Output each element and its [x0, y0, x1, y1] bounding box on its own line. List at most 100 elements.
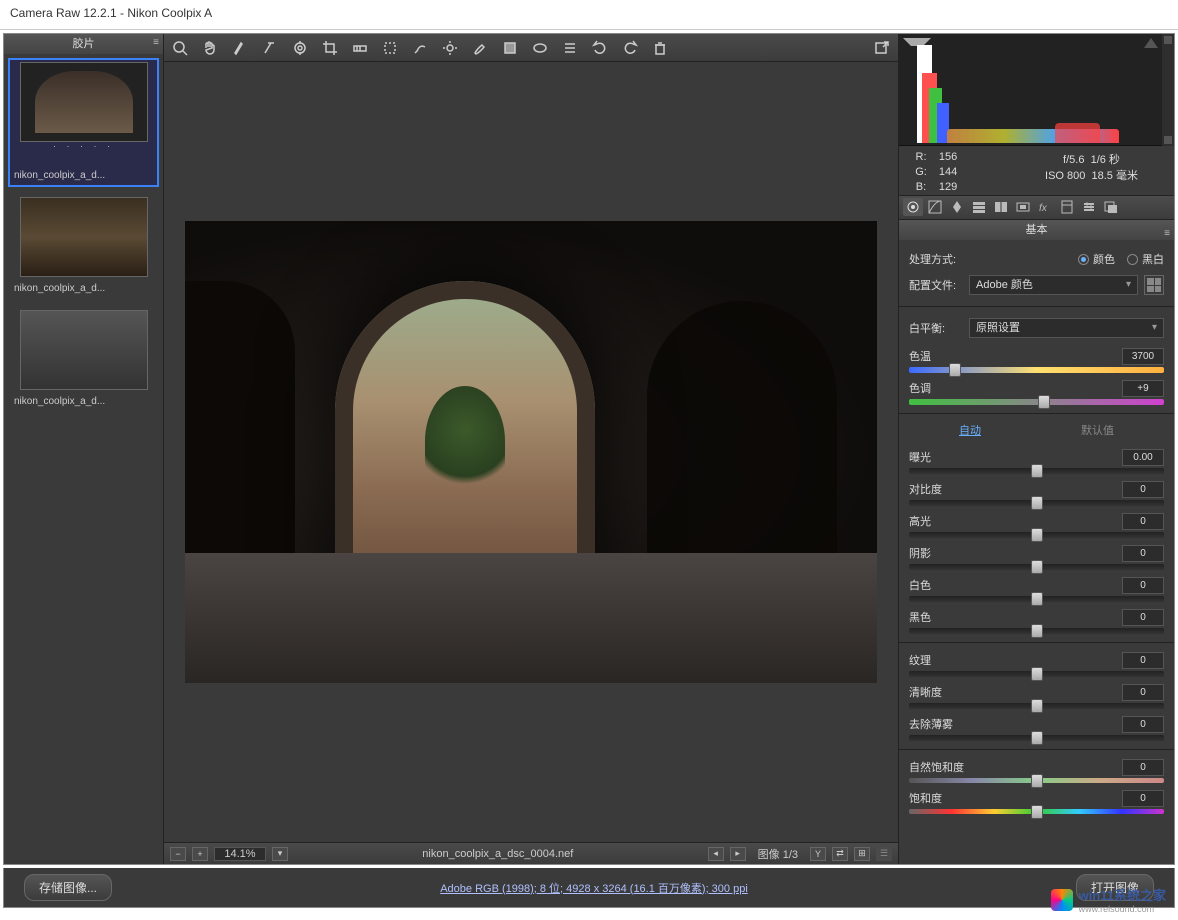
- blacks-slider[interactable]: [909, 628, 1164, 634]
- canvas[interactable]: [164, 62, 898, 842]
- thumb-1-rating[interactable]: · · · · ·: [12, 142, 155, 152]
- zoom-tool-icon[interactable]: [170, 38, 190, 58]
- swap-button[interactable]: ⇄: [832, 847, 848, 861]
- dehaze-slider[interactable]: [909, 735, 1164, 741]
- transform-tool-icon[interactable]: [380, 38, 400, 58]
- next-image-button[interactable]: ▸: [730, 847, 746, 861]
- texture-slider[interactable]: [909, 671, 1164, 677]
- open-object-icon[interactable]: [872, 38, 892, 58]
- treatment-color-radio[interactable]: [1078, 254, 1089, 265]
- svg-text:fx: fx: [1039, 203, 1048, 214]
- redo-icon[interactable]: [620, 38, 640, 58]
- copy-settings-button[interactable]: ⊞: [854, 847, 870, 861]
- dehaze-value[interactable]: 0: [1122, 716, 1164, 733]
- highlights-slider[interactable]: [909, 532, 1164, 538]
- radial-tool-icon[interactable]: [530, 38, 550, 58]
- panel-menu-icon[interactable]: ≡: [1164, 224, 1170, 244]
- tab-snapshots-icon[interactable]: [1101, 198, 1121, 216]
- straighten-tool-icon[interactable]: [350, 38, 370, 58]
- whites-value[interactable]: 0: [1122, 577, 1164, 594]
- treatment-bw-radio[interactable]: [1127, 254, 1138, 265]
- white-balance-tool-icon[interactable]: [230, 38, 250, 58]
- brush-tool-icon[interactable]: [470, 38, 490, 58]
- trash-icon[interactable]: [650, 38, 670, 58]
- spot-removal-tool-icon[interactable]: [410, 38, 430, 58]
- fullscreen-icon[interactable]: ☰: [876, 847, 892, 861]
- compare-y-button[interactable]: Y: [810, 847, 826, 861]
- status-bar: − + 14.1% ▾ nikon_coolpix_a_dsc_0004.nef…: [164, 842, 898, 864]
- tab-hsl-icon[interactable]: [969, 198, 989, 216]
- whites-label: 白色: [909, 577, 931, 593]
- tab-curve-icon[interactable]: [925, 198, 945, 216]
- saturation-value[interactable]: 0: [1122, 790, 1164, 807]
- undo-icon[interactable]: [590, 38, 610, 58]
- shadows-value[interactable]: 0: [1122, 545, 1164, 562]
- crop-tool-icon[interactable]: [320, 38, 340, 58]
- panel-tabs: fx: [899, 196, 1174, 220]
- temp-slider[interactable]: [909, 367, 1164, 373]
- tab-lens-icon[interactable]: [1013, 198, 1033, 216]
- gradient-tool-icon[interactable]: [500, 38, 520, 58]
- wb-value: 原照设置: [976, 322, 1020, 334]
- thumb-2[interactable]: nikon_coolpix_a_d...: [8, 193, 159, 300]
- tab-fx-icon[interactable]: fx: [1035, 198, 1055, 216]
- blacks-value[interactable]: 0: [1122, 609, 1164, 626]
- color-sampler-tool-icon[interactable]: [260, 38, 280, 58]
- zoom-level[interactable]: 14.1%: [214, 847, 266, 861]
- save-image-button[interactable]: 存储图像...: [24, 874, 112, 901]
- tint-value[interactable]: +9: [1122, 380, 1164, 397]
- tint-label: 色调: [909, 380, 931, 396]
- shadows-slider[interactable]: [909, 564, 1164, 570]
- default-button[interactable]: 默认值: [1081, 422, 1114, 442]
- zoom-in-button[interactable]: +: [192, 847, 208, 861]
- presets-icon[interactable]: [560, 38, 580, 58]
- auto-button[interactable]: 自动: [959, 422, 981, 442]
- prev-image-button[interactable]: ◂: [708, 847, 724, 861]
- title-bar: Camera Raw 12.2.1 - Nikon Coolpix A: [0, 0, 1178, 30]
- histogram[interactable]: [899, 34, 1162, 146]
- whites-slider[interactable]: [909, 596, 1164, 602]
- thumb-1-image: [20, 62, 148, 142]
- zoom-out-button[interactable]: −: [170, 847, 186, 861]
- target-adjust-tool-icon[interactable]: [290, 38, 310, 58]
- exposure-slider[interactable]: [909, 468, 1164, 474]
- thumb-1[interactable]: · · · · · nikon_coolpix_a_d...: [8, 58, 159, 187]
- auto-row: 自动 默认值: [909, 422, 1164, 442]
- temp-value[interactable]: 3700: [1122, 348, 1164, 365]
- contrast-value[interactable]: 0: [1122, 481, 1164, 498]
- tint-slider[interactable]: [909, 399, 1164, 405]
- workflow-link[interactable]: Adobe RGB (1998); 8 位; 4928 x 3264 (16.1…: [124, 880, 1064, 896]
- footer: 存储图像... Adobe RGB (1998); 8 位; 4928 x 32…: [3, 868, 1175, 908]
- tab-split-icon[interactable]: [991, 198, 1011, 216]
- exposure-label: 曝光: [909, 449, 931, 465]
- readout-aperture: f/5.6: [1063, 154, 1084, 166]
- highlights-value[interactable]: 0: [1122, 513, 1164, 530]
- tab-calibration-icon[interactable]: [1057, 198, 1077, 216]
- toolbar: [164, 34, 898, 62]
- readout-focal: 18.5 毫米: [1092, 170, 1138, 182]
- clarity-value[interactable]: 0: [1122, 684, 1164, 701]
- contrast-slider[interactable]: [909, 500, 1164, 506]
- tint-slider-row: 色调 +9: [909, 379, 1164, 405]
- exposure-value[interactable]: 0.00: [1122, 449, 1164, 466]
- zoom-menu-icon[interactable]: ▾: [272, 847, 288, 861]
- profile-select[interactable]: Adobe 颜色: [969, 275, 1138, 295]
- wb-select[interactable]: 原照设置: [969, 318, 1164, 338]
- profile-browser-icon[interactable]: [1144, 275, 1164, 295]
- clarity-slider[interactable]: [909, 703, 1164, 709]
- hand-tool-icon[interactable]: [200, 38, 220, 58]
- vibrance-value[interactable]: 0: [1122, 759, 1164, 776]
- thumb-3[interactable]: nikon_coolpix_a_d...: [8, 306, 159, 413]
- tab-detail-icon[interactable]: [947, 198, 967, 216]
- tab-basic-icon[interactable]: [903, 198, 923, 216]
- tab-presets-icon[interactable]: [1079, 198, 1099, 216]
- filmstrip-menu-icon[interactable]: ≡: [153, 38, 159, 48]
- exposure-readout: f/5.6 1/6 秒 ISO 800 18.5 毫米: [1009, 146, 1174, 195]
- vibrance-slider[interactable]: [909, 778, 1164, 783]
- treatment-bw-label: 黑白: [1142, 251, 1164, 267]
- open-image-button[interactable]: 打开图像: [1076, 874, 1154, 901]
- saturation-slider[interactable]: [909, 809, 1164, 814]
- redeye-tool-icon[interactable]: [440, 38, 460, 58]
- right-scrollbar-top[interactable]: [1162, 34, 1174, 146]
- texture-value[interactable]: 0: [1122, 652, 1164, 669]
